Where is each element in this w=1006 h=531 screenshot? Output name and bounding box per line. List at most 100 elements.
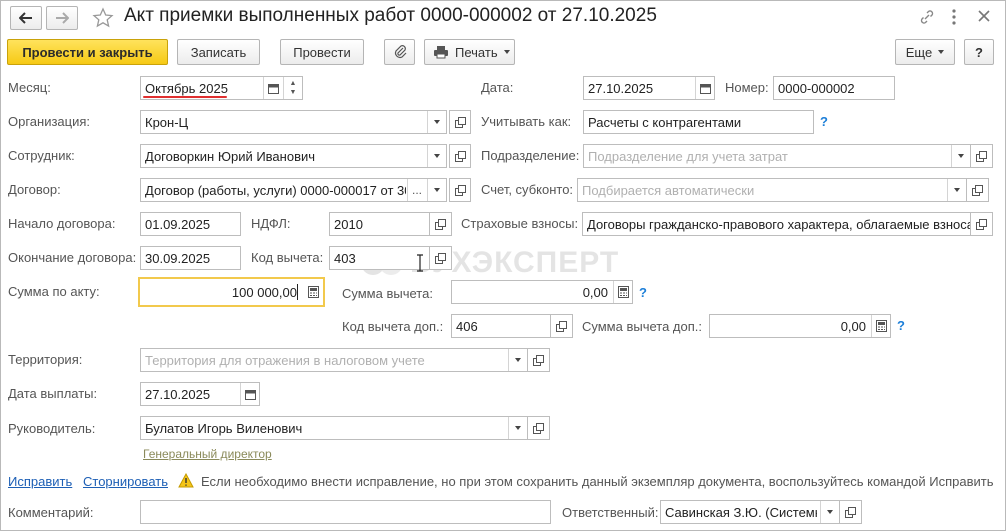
deduction-sum-label: Сумма вычета: <box>342 286 433 301</box>
pay-date-field[interactable]: 27.10.2025 <box>140 382 260 406</box>
end-field[interactable]: 30.09.2025 <box>140 246 241 270</box>
act-sum-field[interactable]: 100 000,00 <box>138 277 325 307</box>
org-field[interactable]: Крон-Ц <box>140 110 447 134</box>
link-icon[interactable] <box>919 9 935 25</box>
open-form-icon <box>976 150 987 162</box>
contract-open-button[interactable] <box>449 178 471 202</box>
post-and-close-button[interactable]: Провести и закрыть <box>7 39 168 65</box>
territory-placeholder: Территория для отражения в налоговом уче… <box>145 352 425 368</box>
close-icon[interactable] <box>977 9 991 23</box>
dropdown-arrow-icon[interactable] <box>820 501 839 523</box>
dropdown-arrow-icon[interactable] <box>508 417 527 439</box>
date-field[interactable]: 27.10.2025 <box>583 76 715 100</box>
open-form-icon <box>454 150 466 162</box>
account-as-help[interactable]: ? <box>820 114 828 129</box>
employee-open-button[interactable] <box>449 144 471 168</box>
head-label: Руководитель: <box>8 421 96 436</box>
calendar-icon[interactable] <box>695 77 714 99</box>
account-as-field[interactable]: Расчеты с контрагентами <box>583 110 814 134</box>
calculator-icon[interactable] <box>304 281 323 303</box>
start-value: 01.09.2025 <box>145 216 211 232</box>
number-field[interactable]: 0000-000002 <box>773 76 895 100</box>
calendar-icon[interactable] <box>240 383 259 405</box>
dropdown-arrow-icon[interactable] <box>947 179 966 201</box>
start-field[interactable]: 01.09.2025 <box>140 212 241 236</box>
reverse-link[interactable]: Сторнировать <box>83 474 168 489</box>
org-label: Организация: <box>8 114 91 129</box>
post-button[interactable]: Провести <box>280 39 364 65</box>
extra-sum-value: 0,00 <box>840 318 866 334</box>
number-value: 0000-000002 <box>778 80 855 96</box>
territory-open-button[interactable] <box>528 348 550 372</box>
head-value: Булатов Игорь Виленович <box>145 420 303 436</box>
deduction-code-open-button[interactable] <box>430 246 452 270</box>
deduction-code-field[interactable]: 403 <box>329 246 430 270</box>
responsible-field[interactable]: Савинская З.Ю. (Системный администратор) <box>660 500 840 524</box>
save-button[interactable]: Записать <box>177 39 260 65</box>
calculator-icon[interactable] <box>613 281 632 303</box>
dropdown-arrow-icon[interactable] <box>427 111 446 133</box>
forward-button[interactable] <box>46 6 78 30</box>
employee-value: Договоркин Юрий Иванович <box>145 148 316 164</box>
arrow-left-icon <box>19 12 32 24</box>
head-position[interactable]: Генеральный директор <box>143 447 272 461</box>
insurance-open-button[interactable] <box>971 212 993 236</box>
territory-field[interactable]: Территория для отражения в налоговом уче… <box>140 348 528 372</box>
extra-code-field[interactable]: 406 <box>451 314 551 338</box>
print-button[interactable]: Печать <box>424 39 515 65</box>
territory-label: Территория: <box>8 352 83 367</box>
subconto-field[interactable]: Подбирается автоматически <box>577 178 967 202</box>
contract-field[interactable]: Договор (работы, услуги) 0000-000017 от … <box>140 178 447 202</box>
extra-code-label: Код вычета доп.: <box>342 319 444 334</box>
division-field[interactable]: Подразделение для учета затрат <box>583 144 971 168</box>
dropdown-arrow-icon[interactable] <box>508 349 527 371</box>
org-open-button[interactable] <box>449 110 471 134</box>
contract-label: Договор: <box>8 182 61 197</box>
number-label: Номер: <box>725 80 769 95</box>
back-button[interactable] <box>10 6 42 30</box>
dropdown-arrow-icon[interactable] <box>951 145 970 167</box>
head-open-button[interactable] <box>528 416 550 440</box>
extra-sum-help[interactable]: ? <box>897 318 905 333</box>
attach-button[interactable] <box>384 39 415 65</box>
open-form-icon <box>435 218 446 230</box>
fix-link[interactable]: Исправить <box>8 474 72 489</box>
select-ellipsis-button[interactable]: ... <box>407 179 426 201</box>
ndfl-open-button[interactable] <box>430 212 452 236</box>
chevron-down-icon <box>938 50 945 54</box>
responsible-open-button[interactable] <box>840 500 862 524</box>
insurance-value: Договоры гражданско-правового характера,… <box>587 216 970 232</box>
help-button[interactable]: ? <box>964 39 994 65</box>
deduction-sum-value: 0,00 <box>582 284 608 300</box>
deduction-sum-help[interactable]: ? <box>639 285 647 300</box>
responsible-value: Савинская З.Ю. (Системный администратор) <box>665 504 817 520</box>
printer-icon <box>434 46 448 59</box>
insurance-field[interactable]: Договоры гражданско-правового характера,… <box>582 212 971 236</box>
open-form-icon <box>533 422 544 434</box>
ndfl-field[interactable]: 2010 <box>329 212 430 236</box>
window-title: Акт приемки выполненных работ 0000-00000… <box>124 5 657 26</box>
more-vertical-icon[interactable] <box>951 8 957 26</box>
dropdown-arrow-icon[interactable] <box>427 145 446 167</box>
comment-field[interactable] <box>140 500 551 524</box>
subconto-open-button[interactable] <box>967 178 989 202</box>
head-field[interactable]: Булатов Игорь Виленович <box>140 416 528 440</box>
extra-sum-label: Сумма вычета доп.: <box>582 319 703 334</box>
extra-code-open-button[interactable] <box>551 314 573 338</box>
calculator-icon[interactable] <box>871 315 890 337</box>
favorite-star-icon[interactable] <box>92 7 114 29</box>
division-open-button[interactable] <box>971 144 993 168</box>
employee-field[interactable]: Договоркин Юрий Иванович <box>140 144 447 168</box>
ndfl-value: 2010 <box>334 216 363 232</box>
division-label: Подразделение: <box>481 148 580 163</box>
open-form-icon <box>972 184 983 196</box>
month-stepper[interactable]: ▲ ▼ <box>283 77 302 99</box>
extra-sum-field[interactable]: 0,00 <box>709 314 891 338</box>
dropdown-arrow-icon[interactable] <box>427 179 446 201</box>
calendar-icon[interactable] <box>263 77 282 99</box>
open-form-icon <box>454 184 466 196</box>
more-button[interactable]: Еще <box>895 39 955 65</box>
deduction-sum-field[interactable]: 0,00 <box>451 280 633 304</box>
open-form-icon <box>556 320 567 332</box>
date-label: Дата: <box>481 80 514 95</box>
